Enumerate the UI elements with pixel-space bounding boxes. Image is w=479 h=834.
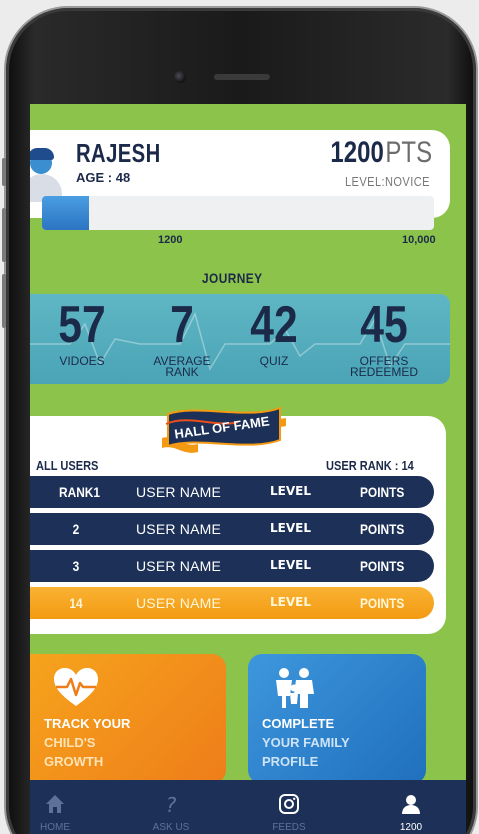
- leaderboard-row[interactable]: RANK1 USER NAME LEVEL POINTS: [30, 476, 434, 508]
- question-icon: ?: [166, 793, 177, 816]
- row-user-name: USER NAME: [136, 595, 222, 611]
- nav-profile-label: 1200: [399, 822, 423, 833]
- points-value: 1200: [330, 136, 384, 169]
- stat-offers-redeemed[interactable]: 45 OFFERS REDEEMED: [334, 294, 434, 378]
- journey-panel: 57 VIDOES 7 AVERAGE RANK 42 QUIZ 45 OFFE…: [30, 294, 450, 384]
- points-total: 1200PTS: [330, 136, 432, 170]
- row-user-name: USER NAME: [136, 521, 222, 537]
- nav-feeds-label: FEEDS: [272, 822, 306, 833]
- volume-up-button: [2, 208, 6, 262]
- stat-average-rank-label-2: RANK: [165, 365, 199, 379]
- user-icon: [402, 795, 420, 814]
- user-level: LEVEL:NOVICE: [345, 174, 430, 189]
- user-age: AGE : 48: [76, 170, 131, 185]
- nav-feeds[interactable]: FEEDS: [254, 780, 324, 834]
- row-rank: 14: [69, 595, 83, 611]
- family-profile-line1: COMPLETE: [262, 716, 335, 731]
- volume-down-button: [2, 274, 6, 328]
- earpiece-speaker: [214, 74, 270, 80]
- stat-offers-label-2: REDEEMED: [349, 365, 418, 379]
- track-growth-line3: GROWTH: [44, 754, 104, 769]
- track-growth-card[interactable]: TRACK YOUR CHILD'S GROWTH: [30, 654, 226, 784]
- stat-videos-label: VIDOES: [59, 354, 105, 368]
- row-level: LEVEL: [270, 595, 311, 609]
- points-unit: PTS: [385, 136, 432, 169]
- family-profile-card[interactable]: COMPLETE YOUR FAMILY PROFILE: [248, 654, 426, 784]
- stat-quiz-label: QUIZ: [259, 354, 289, 368]
- stat-offers-value: 45: [360, 296, 408, 354]
- nav-ask-label: ASK US: [152, 822, 190, 833]
- row-rank: RANK1: [59, 484, 100, 500]
- leaderboard-row[interactable]: 3 USER NAME LEVEL POINTS: [30, 550, 434, 582]
- row-user-name: USER NAME: [136, 484, 222, 500]
- user-rank-label: USER RANK : 14: [326, 458, 414, 473]
- track-growth-line1: TRACK YOUR: [44, 716, 131, 731]
- row-points: POINTS: [360, 558, 405, 574]
- nav-home-label: HOME: [40, 822, 70, 833]
- row-points: POINTS: [360, 484, 405, 500]
- hall-of-fame-banner: HALL OF FAME: [162, 406, 286, 453]
- progress-current-label: 1200: [158, 234, 183, 246]
- row-rank: 3: [72, 558, 80, 574]
- row-level: LEVEL: [270, 521, 311, 535]
- camera-icon: [279, 794, 299, 814]
- nav-profile[interactable]: 1200: [376, 780, 446, 834]
- row-user-name: USER NAME: [136, 558, 222, 574]
- family-profile-line2: YOUR FAMILY: [262, 735, 350, 750]
- mute-switch: [2, 158, 6, 186]
- nav-home[interactable]: HOME: [30, 780, 90, 834]
- avatar[interactable]: [30, 134, 66, 202]
- track-growth-line2: CHILD'S: [44, 735, 96, 750]
- progress-max-label: 10,000: [402, 234, 436, 246]
- journey-title: JOURNEY: [202, 270, 263, 286]
- family-profile-line3: PROFILE: [262, 754, 319, 769]
- stat-quiz-value: 42: [250, 296, 298, 354]
- row-level: LEVEL: [270, 484, 311, 498]
- row-rank: 2: [72, 521, 80, 537]
- row-points: POINTS: [360, 521, 405, 537]
- row-level: LEVEL: [270, 558, 311, 572]
- points-progress-bar: [42, 196, 434, 230]
- leaderboard-row[interactable]: 14 USER NAME LEVEL POINTS: [30, 587, 434, 619]
- stat-quiz[interactable]: 42 QUIZ: [224, 294, 324, 367]
- family-icon: [276, 668, 314, 708]
- points-progress-fill: [42, 196, 90, 230]
- home-icon: [46, 795, 64, 813]
- all-users-label: ALL USERS: [36, 458, 99, 473]
- stat-videos-value: 57: [58, 296, 106, 354]
- front-camera: [174, 71, 186, 83]
- heart-pulse-icon: [54, 668, 98, 706]
- row-points: POINTS: [360, 595, 405, 611]
- user-name: RAJESH: [76, 138, 161, 168]
- stat-average-rank[interactable]: 7 AVERAGE RANK: [132, 294, 232, 378]
- bottom-nav: HOME ? ASK US FEEDS 1200: [30, 780, 466, 834]
- app-screen: RAJESH AGE : 48 1200PTS LEVEL:NOVICE 120…: [30, 104, 466, 834]
- stat-average-rank-value: 7: [170, 296, 194, 354]
- stat-videos[interactable]: 57 VIDOES: [32, 294, 132, 367]
- svg-text:?: ?: [166, 793, 177, 816]
- family-profile-text: COMPLETE YOUR FAMILY PROFILE: [262, 714, 350, 771]
- leaderboard-row[interactable]: 2 USER NAME LEVEL POINTS: [30, 513, 434, 545]
- track-growth-text: TRACK YOUR CHILD'S GROWTH: [44, 714, 130, 771]
- nav-ask-us[interactable]: ? ASK US: [136, 780, 206, 834]
